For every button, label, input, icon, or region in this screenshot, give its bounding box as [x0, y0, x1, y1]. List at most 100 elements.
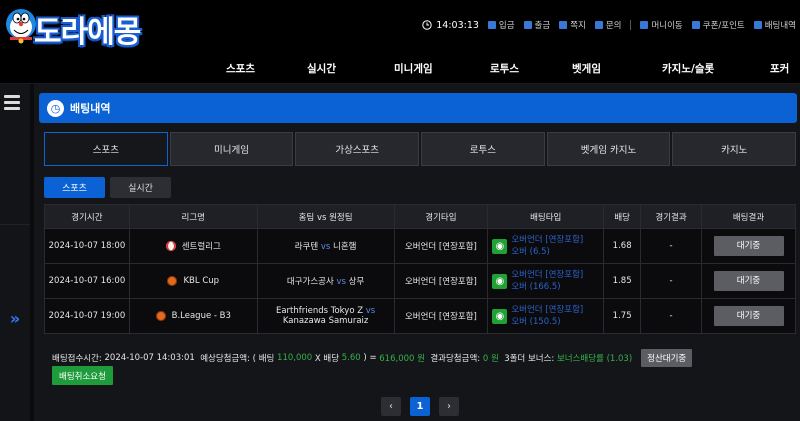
main-nav: 스포츠 실시간 미니게임 로투스 벳게임 카지노/슬롯 포커: [0, 52, 800, 84]
tab-minigame[interactable]: 미니게임: [169, 132, 294, 166]
eye-icon[interactable]: ◉: [492, 273, 508, 289]
message-link[interactable]: 쪽지: [559, 19, 586, 31]
tab-sports[interactable]: 스포츠: [44, 132, 168, 166]
sub-tabs: 스포츠 실시간: [44, 177, 171, 198]
withdraw-icon: [523, 21, 532, 29]
prev-page-button[interactable]: ‹: [381, 397, 401, 416]
deposit-link[interactable]: 입금: [487, 19, 515, 31]
menu-icon[interactable]: [4, 95, 20, 113]
eye-icon[interactable]: ◉: [492, 238, 508, 254]
home-team: 대구가스공사: [286, 277, 334, 287]
stake-amount: 110,000: [277, 353, 313, 363]
tab-lotus[interactable]: 로투스: [421, 132, 545, 166]
history-icon: [753, 21, 762, 29]
nav-betgame[interactable]: 벳게임: [572, 61, 601, 76]
bet-type-cell: ◉ 오버언더 [연장포함] 오버 (166.5): [487, 263, 605, 299]
home-team: 라쿠텐: [294, 242, 319, 252]
withdraw-link[interactable]: 출금: [523, 19, 550, 31]
divider: [0, 224, 30, 225]
tab-casino[interactable]: 카지노: [672, 132, 797, 166]
league-name: B.League - B3: [171, 311, 231, 321]
game-result: -: [640, 228, 702, 264]
nav-poker[interactable]: 포커: [770, 61, 789, 76]
vs-label: vs: [320, 242, 331, 252]
money-transfer-link[interactable]: 머니이동: [640, 19, 683, 31]
message-label: 쪽지: [570, 21, 586, 31]
result-amount-label: 결과당첨금액:: [430, 354, 481, 364]
away-team: 상무: [348, 277, 365, 287]
cancel-bet-button[interactable]: 배팅취소요청: [52, 366, 113, 385]
left-sidebar: »: [0, 84, 30, 421]
match-time: 2024-10-07 18:00: [44, 228, 130, 264]
bet-history-link[interactable]: 배팅내역: [753, 19, 796, 31]
game-type: 오버언더 [연장포함]: [393, 298, 489, 334]
clock-time: 14:03:13: [436, 19, 479, 31]
table-row: 2024-10-07 19:00 B.League - B3 Earthfrie…: [44, 298, 796, 334]
envelope-icon: [559, 21, 568, 29]
expected-amount: 616,000 원: [379, 354, 425, 364]
bet-market: 오버언더 [연장포함]: [511, 235, 584, 245]
settlement-pending-badge: 정산대기중: [641, 349, 693, 367]
teams-cell: 대구가스공사 vs 상무: [256, 263, 395, 299]
bet-time-label: 배팅접수시간:: [52, 354, 102, 364]
equals-label: ) =: [363, 353, 377, 363]
total-odds: 5.60: [341, 353, 361, 363]
league-cell: B.League - B3: [128, 298, 258, 334]
subtab-live[interactable]: 실시간: [110, 177, 171, 198]
basketball-icon: [167, 276, 178, 286]
deposit-icon: [487, 21, 496, 29]
tab-virtual-sports[interactable]: 가상스포츠: [295, 132, 420, 166]
tab-betgame-casino[interactable]: 벳게임 카지노: [546, 132, 671, 166]
inquiry-label: 문의: [605, 21, 622, 31]
home-team: Earthfriends Tokyo Z: [275, 306, 364, 316]
odds: 1.68: [603, 228, 642, 264]
nav-sports[interactable]: 스포츠: [226, 61, 255, 76]
nav-live[interactable]: 실시간: [307, 61, 336, 76]
bet-pick: 오버 (6.5): [511, 247, 550, 257]
deposit-label: 입금: [498, 21, 515, 31]
league-cell: KBL Cup: [128, 263, 258, 299]
table-header-row: 경기시간 리그명 홈팀 vs 원정팀 경기타입 배팅타입 배당 경기결과 배팅결…: [44, 204, 796, 229]
bonus-label: 3폴더 보너스:: [504, 354, 555, 364]
bet-result-cell: 대기중: [701, 228, 796, 264]
expand-sidebar-icon[interactable]: »: [0, 309, 30, 331]
bet-result-cell: 대기중: [701, 298, 796, 334]
eye-icon[interactable]: ◉: [492, 308, 508, 324]
top-utility-bar: 14:03:13 입금 출금 쪽지 문의 머니이동 쿠폰/포인트 배팅내역: [422, 19, 796, 31]
clock-history-icon: ◷: [47, 99, 64, 117]
col-header: 경기타입: [393, 204, 489, 229]
bet-result-cell: 대기중: [701, 263, 796, 299]
baseball-icon: [165, 241, 176, 251]
bet-market: 오버언더 [연장포함]: [511, 270, 584, 280]
teams-cell: 라쿠텐 vs 니혼햄: [256, 228, 395, 264]
doraemon-icon: [6, 9, 36, 44]
col-header: 리그명: [128, 204, 258, 229]
away-team: Kanazawa Samuraiz: [282, 316, 369, 326]
coupon-point-label: 쿠폰/포인트: [702, 21, 745, 31]
tag-icon: [691, 21, 700, 29]
nav-lotus[interactable]: 로투스: [490, 61, 519, 76]
bet-history-table: 경기시간 리그명 홈팀 vs 원정팀 경기타입 배팅타입 배당 경기결과 배팅결…: [44, 204, 796, 334]
page-1-button[interactable]: 1: [410, 397, 430, 416]
game-type: 오버언더 [연장포함]: [393, 263, 489, 299]
vs-label: vs: [336, 277, 346, 287]
nav-minigame[interactable]: 미니게임: [394, 61, 433, 76]
coupon-point-link[interactable]: 쿠폰/포인트: [691, 19, 745, 31]
bet-pick: 오버 (166.5): [511, 282, 561, 292]
col-header: 배팅타입: [487, 204, 605, 229]
league-cell: 센트럴리그: [128, 228, 258, 264]
bet-pick: 오버 (150.5): [511, 317, 561, 327]
next-page-button[interactable]: ›: [439, 397, 459, 416]
nav-casino-slot[interactable]: 카지노/슬롯: [662, 61, 714, 76]
league-name: KBL Cup: [183, 276, 220, 286]
col-header: 경기시간: [44, 204, 130, 229]
match-time: 2024-10-07 19:00: [44, 298, 130, 334]
subtab-sports[interactable]: 스포츠: [44, 177, 105, 198]
match-time: 2024-10-07 16:00: [44, 263, 130, 299]
odds: 1.75: [603, 298, 642, 334]
clock-icon: [422, 20, 432, 30]
inquiry-link[interactable]: 문의: [594, 19, 622, 31]
col-header: 경기결과: [640, 204, 702, 229]
site-logo[interactable]: 도라에몽: [4, 4, 164, 50]
money-transfer-label: 머니이동: [651, 21, 683, 31]
